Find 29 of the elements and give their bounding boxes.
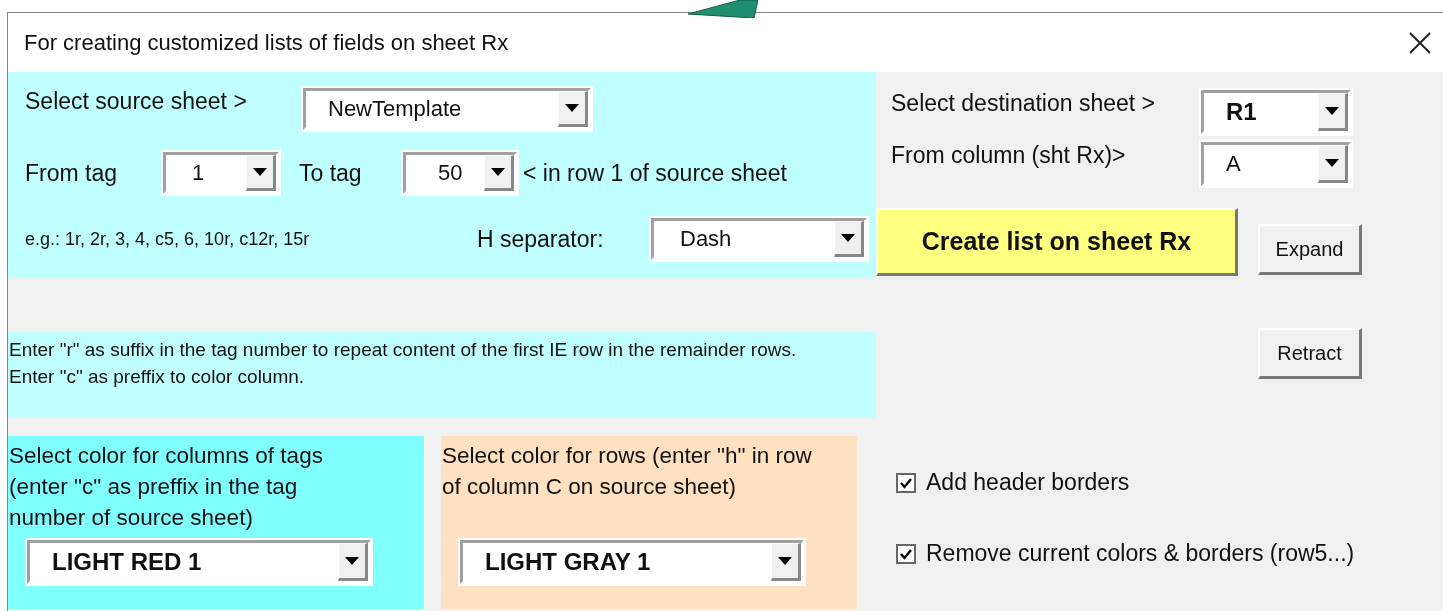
expand-button[interactable]: Expand bbox=[1258, 224, 1362, 275]
field-label: To tag bbox=[299, 159, 363, 187]
column-dropdown[interactable]: A bbox=[1201, 142, 1351, 186]
field-label: Select color for rows (enter "h" in row of column C on source sheet) bbox=[442, 442, 813, 501]
note-text: Enter "r" as suffix in the tag number to repeat content of the first IE row in the remainder rows. Enter "c" as preffix to color column. bbox=[9, 338, 798, 389]
destination-sheet-dropdown[interactable]: R1 bbox=[1201, 90, 1351, 134]
from-tag-dropdown[interactable]: 1 bbox=[163, 152, 279, 194]
hint-text: < in row 1 of source sheet bbox=[523, 159, 787, 187]
field-label: Select color for columns of tags (enter "c" as preffix in the tag number of source sheet) bbox=[9, 442, 324, 532]
field-label: Select destination sheet > bbox=[891, 90, 1157, 117]
checkbox[interactable] bbox=[896, 472, 916, 493]
source-sheet-dropdown[interactable]: NewTemplate bbox=[303, 88, 591, 130]
field-label: From column (sht Rx)> bbox=[891, 142, 1127, 169]
field-label: From tag bbox=[25, 159, 119, 187]
separator-dropdown[interactable]: Dash bbox=[651, 218, 867, 260]
retract-button[interactable]: Retract bbox=[1258, 328, 1362, 379]
field-label: Select source sheet > bbox=[25, 88, 248, 115]
checkbox-label: Add header borders bbox=[926, 469, 1130, 496]
checkbox[interactable] bbox=[896, 543, 916, 564]
to-tag-dropdown[interactable]: 50 bbox=[403, 152, 517, 194]
field-label: H separator: bbox=[477, 225, 605, 253]
create-list-button[interactable]: Create list on sheet Rx bbox=[876, 208, 1238, 276]
column-color-dropdown[interactable]: LIGHT RED 1 bbox=[27, 540, 371, 584]
checkbox-label: Remove current colors & borders (row5...) bbox=[926, 540, 1355, 567]
row-color-dropdown[interactable]: LIGHT GRAY 1 bbox=[460, 540, 804, 584]
window-title: For creating customized lists of fields on sheet Rx bbox=[24, 29, 509, 56]
example-text: e.g.: 1r, 2r, 3, 4, c5, 6, 10r, c12r, 15r bbox=[25, 228, 311, 250]
triangle-drawing bbox=[688, 0, 758, 18]
close-icon[interactable] bbox=[1409, 31, 1431, 54]
